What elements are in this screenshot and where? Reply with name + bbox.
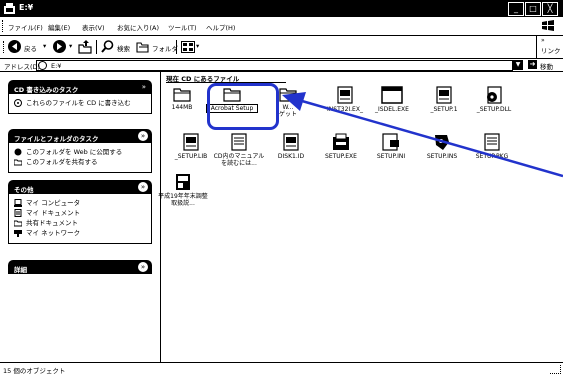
annotation-arrow — [282, 92, 563, 178]
status-bar: 15 個のオブジェクト — [0, 362, 563, 374]
status-text: 15 個のオブジェクト — [3, 367, 66, 374]
explorer-window: E:¥ _ □ ╳ ファイル(F) 編集(E) 表示(V) お気に入り(A) ツ… — [0, 0, 563, 374]
resize-grip[interactable] — [550, 365, 561, 374]
